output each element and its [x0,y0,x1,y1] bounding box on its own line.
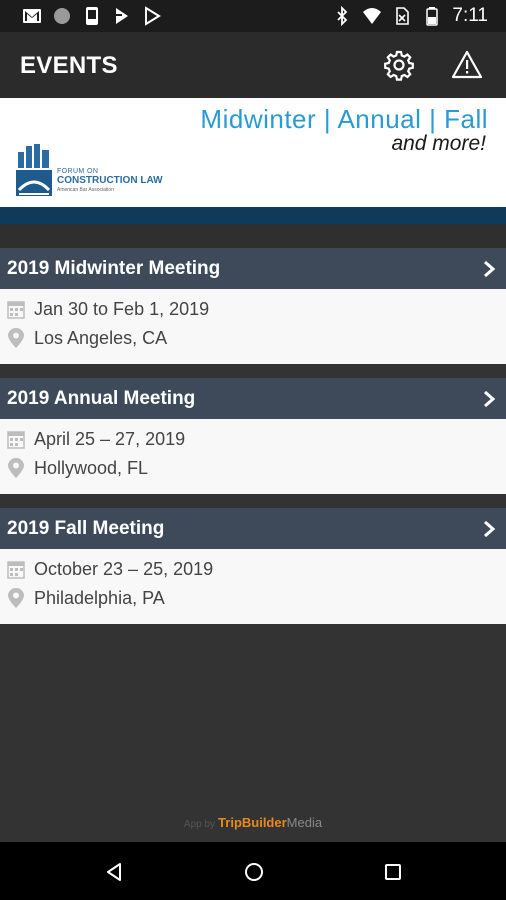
map-pin-icon [8,458,24,478]
chevron-right-icon [484,520,496,538]
event-location: Los Angeles, CA [34,328,168,348]
building-logo-icon [16,144,52,196]
event-details: April 25 – 27, 2019 Hollywood, FL [0,419,506,494]
footer-prefix: App by [183,819,216,830]
logo-line3: American Bar Association [57,187,114,193]
logo-line1: FORUM ON [57,168,99,175]
battery-icon [426,7,439,26]
footer-brand-highlight: TripBuilder [218,815,287,830]
status-bar: 7:11 [0,0,506,32]
event-location: Philadelphia, PA [34,588,165,608]
status-right-icons: 7:11 [332,5,488,27]
map-pin-icon [8,328,24,348]
event-date: April 25 – 27, 2019 [34,429,186,449]
event-date-row: Jan 30 to Feb 1, 2019 [0,297,506,323]
event-card-annual[interactable]: 2019 Annual Meeting April 25 – 27, 2019 … [0,378,506,494]
banner-subline: and more! [391,132,486,155]
event-header[interactable]: 2019 Midwinter Meeting [0,248,506,289]
logo-line2: CONSTRUCTION LAW [57,175,163,186]
event-header[interactable]: 2019 Annual Meeting [0,378,506,419]
map-pin-icon [8,588,24,608]
event-date-row: April 25 – 27, 2019 [0,427,506,453]
event-location-row: Hollywood, FL [0,456,506,482]
event-location: Hollywood, FL [34,458,149,478]
gear-icon [384,50,414,81]
event-title: 2019 Annual Meeting [7,388,196,409]
system-nav-bar [0,842,506,900]
play-icon [145,6,161,26]
home-icon[interactable] [242,860,266,884]
calendar-icon [7,301,25,319]
app-bar: EVENTS [0,32,506,98]
chevron-right-icon [484,260,496,278]
status-left-icons [22,5,162,27]
event-location-row: Philadelphia, PA [0,586,506,612]
warning-icon [451,50,483,79]
settings-button[interactable] [383,49,415,81]
calendar-icon [7,431,25,449]
page-title: EVENTS [20,52,118,79]
event-date-row: October 23 – 25, 2019 [0,557,506,583]
wifi-icon [363,8,382,24]
footer-brand: App by TripBuilderMedia [0,815,506,830]
circle-icon [54,8,70,24]
event-title: 2019 Fall Meeting [7,518,165,539]
event-card-midwinter[interactable]: 2019 Midwinter Meeting Jan 30 to Feb 1, … [0,248,506,364]
back-icon[interactable] [102,860,126,884]
gmail-icon [23,9,41,23]
event-title: 2019 Midwinter Meeting [7,258,221,279]
banner-stripe [0,207,506,224]
calendar-icon [7,561,25,579]
footer-brand-rest: Media [286,815,323,830]
event-details: October 23 – 25, 2019 Philadelphia, PA [0,549,506,624]
event-date: October 23 – 25, 2019 [34,559,214,579]
alert-button[interactable] [451,49,483,81]
flag-icon [116,8,128,24]
forum-logo: FORUM ON CONSTRUCTION LAW American Bar A… [16,144,176,199]
banner: Midwinter | Annual | Fall and more! FORU… [0,98,506,207]
no-sim-icon [396,7,410,25]
recent-apps-icon[interactable] [381,860,405,884]
event-header[interactable]: 2019 Fall Meeting [0,508,506,549]
banner-gap [0,224,506,248]
status-time: 7:11 [452,5,488,26]
event-card-fall[interactable]: 2019 Fall Meeting October 23 – 25, 2019 … [0,508,506,624]
chevron-right-icon [484,390,496,408]
bluetooth-icon [337,6,348,26]
event-details: Jan 30 to Feb 1, 2019 Los Angeles, CA [0,289,506,364]
banner-headline: Midwinter | Annual | Fall [200,104,488,134]
event-location-row: Los Angeles, CA [0,326,506,352]
phone-icon [86,7,98,25]
event-date: Jan 30 to Feb 1, 2019 [34,299,210,319]
